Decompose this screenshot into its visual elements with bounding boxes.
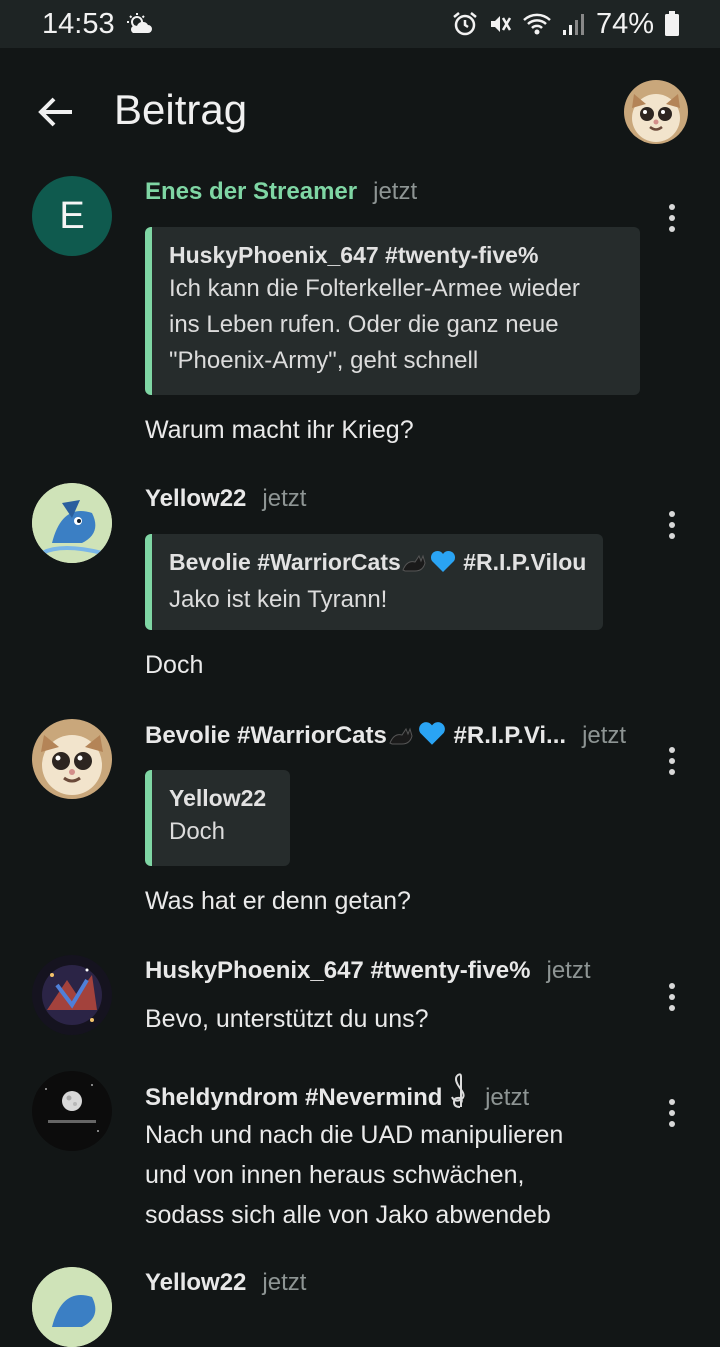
- quote-author: Bevolie #WarriorCats: [169, 549, 401, 575]
- quote-author-line: Bevolie #WarriorCats #R.I.P.Vilou: [169, 546, 586, 582]
- more-options-icon[interactable]: [658, 198, 686, 238]
- comment-header: Sheldyndrom #Nevermind jetzt: [145, 1073, 529, 1116]
- blue-heart-icon: [417, 721, 447, 754]
- battery-icon: [664, 11, 680, 37]
- avatar[interactable]: [32, 719, 112, 799]
- author-name: Sheldyndrom #Nevermind: [145, 1084, 443, 1111]
- wifi-icon: [522, 12, 552, 36]
- quote-author-suffix: #R.I.P.Vilou: [463, 549, 587, 575]
- page-title: Beitrag: [114, 86, 248, 133]
- timestamp: jetzt: [582, 722, 627, 749]
- author-name[interactable]: Yellow22: [145, 485, 246, 513]
- back-button[interactable]: [30, 86, 82, 138]
- avatar[interactable]: [32, 1267, 112, 1347]
- black-cat-icon: [401, 550, 429, 582]
- quoted-message[interactable]: Bevolie #WarriorCats #R.I.P.Vilou Jako i…: [145, 534, 603, 630]
- mute-icon: [488, 12, 512, 36]
- author-name-line[interactable]: Sheldyndrom #Nevermind: [145, 1073, 469, 1116]
- avatar[interactable]: [624, 80, 688, 144]
- comment-line: Nach und nach die UAD manipulieren: [145, 1121, 564, 1149]
- back-arrow-icon: [38, 97, 72, 127]
- alarm-icon: [452, 11, 478, 37]
- battery-percent: 74%: [595, 7, 654, 40]
- comment-text: Nach und nach die UAD manipulieren und v…: [145, 1115, 665, 1235]
- author-name[interactable]: Enes der Streamer: [145, 178, 357, 206]
- comment-text: Doch: [145, 651, 204, 679]
- avatar[interactable]: [32, 1071, 112, 1151]
- timestamp: jetzt: [485, 1084, 530, 1111]
- black-cat-icon: [387, 723, 417, 754]
- quote-line: ins Leben rufen. Oder die ganz neue: [169, 311, 559, 338]
- comment-header: Enes der Streamer jetzt: [145, 178, 417, 206]
- quote-line: Jako ist kein Tyrann!: [169, 586, 388, 613]
- quote-line: Doch: [169, 818, 226, 845]
- avatar[interactable]: E: [32, 176, 112, 256]
- author-name-line[interactable]: Bevolie #WarriorCats #R.I.P.Vi...: [145, 721, 566, 754]
- comment-header: Bevolie #WarriorCats #R.I.P.Vi... jetzt: [145, 721, 626, 754]
- status-bar: 14:53 74%: [0, 0, 720, 48]
- comment-header: Yellow22 jetzt: [145, 485, 306, 513]
- app-bar: Beitrag: [0, 48, 720, 176]
- comment-text: Warum macht ihr Krieg?: [145, 416, 414, 444]
- more-options-icon[interactable]: [658, 741, 686, 781]
- quote-line: "Phoenix-Army", geht schnell: [169, 347, 479, 374]
- signal-icon: [562, 12, 586, 36]
- timestamp: jetzt: [373, 178, 418, 205]
- quoted-message[interactable]: HuskyPhoenix_647 #twenty-five% Ich kann …: [145, 227, 640, 395]
- timestamp: jetzt: [262, 485, 307, 512]
- author-name-suffix: #R.I.P.Vi...: [453, 722, 567, 749]
- treble-clef-icon: [449, 1073, 469, 1116]
- author-name: Bevolie #WarriorCats: [145, 722, 387, 749]
- comment-header: Yellow22 jetzt: [145, 1269, 306, 1297]
- author-name[interactable]: Yellow22: [145, 1269, 246, 1297]
- quote-line: Ich kann die Folterkeller-Armee wieder: [169, 275, 580, 302]
- comment-line: sodass sich alle von Jako abwendeb: [145, 1201, 551, 1229]
- blue-heart-icon: [429, 550, 457, 582]
- quoted-message[interactable]: Yellow22 Doch: [145, 770, 290, 866]
- comment-text: Was hat er denn getan?: [145, 887, 411, 915]
- avatar[interactable]: [32, 955, 112, 1035]
- comment-line: und von innen heraus schwächen,: [145, 1161, 525, 1189]
- weather-icon: [126, 13, 153, 35]
- avatar[interactable]: [32, 483, 112, 563]
- comment-header: HuskyPhoenix_647 #twenty-five% jetzt: [145, 957, 591, 985]
- author-name[interactable]: HuskyPhoenix_647 #twenty-five%: [145, 957, 531, 985]
- comment-text: Bevo, unterstützt du uns?: [145, 1005, 429, 1033]
- timestamp: jetzt: [262, 1269, 307, 1296]
- avatar-letter: E: [59, 194, 85, 237]
- status-time: 14:53: [42, 7, 115, 40]
- quote-author: Yellow22: [169, 785, 267, 811]
- quote-author: HuskyPhoenix_647 #twenty-five%: [169, 242, 539, 268]
- timestamp: jetzt: [546, 957, 591, 984]
- more-options-icon[interactable]: [658, 505, 686, 545]
